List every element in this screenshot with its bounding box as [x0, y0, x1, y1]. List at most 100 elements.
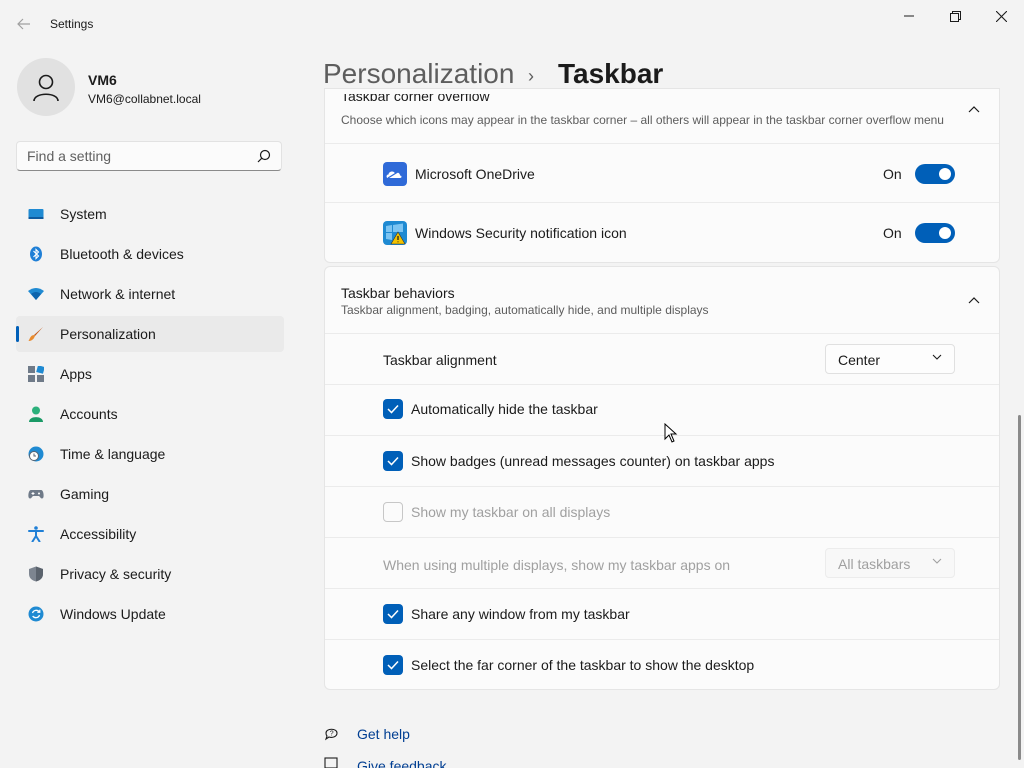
far-corner-checkbox[interactable]: [383, 655, 403, 675]
auto-hide-label: Automatically hide the taskbar: [411, 401, 598, 417]
multi-display-label: When using multiple displays, show my ta…: [383, 557, 731, 573]
share-window-checkbox[interactable]: [383, 604, 403, 624]
nav-item-system[interactable]: System: [16, 196, 284, 232]
chevron-down-icon: [932, 558, 942, 564]
system-icon: [28, 209, 44, 219]
taskbar-behaviors-title: Taskbar behaviors: [341, 285, 455, 301]
taskbar-behaviors-subtitle: Taskbar alignment, badging, automaticall…: [341, 303, 709, 317]
share-window-label: Share any window from my taskbar: [411, 606, 630, 622]
user-email: VM6@collabnet.local: [88, 92, 201, 106]
nav-label: Gaming: [60, 486, 110, 502]
user-name: VM6: [88, 72, 117, 88]
windows-security-label: Windows Security notification icon: [415, 225, 627, 241]
minimize-button[interactable]: [886, 0, 932, 32]
time-language-icon: [28, 446, 44, 462]
far-corner-label: Select the far corner of the taskbar to …: [411, 657, 755, 673]
checkmark-icon: [387, 660, 399, 670]
divider: [325, 537, 999, 538]
divider: [325, 384, 999, 385]
close-icon: [995, 10, 1007, 22]
divider: [325, 486, 999, 487]
windows-security-toggle[interactable]: [915, 223, 955, 243]
onedrive-state: On: [883, 166, 902, 182]
nav-label: Bluetooth & devices: [60, 246, 184, 262]
nav-item-apps[interactable]: Apps: [16, 356, 284, 392]
windows-security-icon: [383, 221, 407, 245]
nav-label: Windows Update: [60, 606, 166, 622]
multi-display-dropdown[interactable]: All taskbars: [825, 548, 955, 578]
checkmark-icon: [387, 456, 399, 466]
checkmark-icon: [387, 404, 399, 414]
nav-label: Privacy & security: [60, 566, 172, 582]
avatar[interactable]: [17, 58, 75, 116]
nav-label: Apps: [60, 366, 92, 382]
corner-overflow-title: Taskbar corner overflow: [341, 94, 490, 104]
corner-overflow-subtitle: Choose which icons may appear in the tas…: [341, 113, 944, 127]
nav-label: Personalization: [60, 326, 156, 342]
nav-item-personalization[interactable]: Personalization: [16, 316, 284, 352]
nav-item-accessibility[interactable]: Accessibility: [16, 516, 284, 552]
active-indicator: [16, 326, 19, 342]
nav-label: Time & language: [60, 446, 166, 462]
divider: [325, 333, 999, 334]
taskbar-behaviors-card: [324, 266, 1000, 690]
breadcrumb-separator: ›: [528, 66, 534, 86]
scrollbar-thumb[interactable]: [1018, 415, 1021, 760]
onedrive-toggle[interactable]: [915, 164, 955, 184]
badges-label: Show badges (unread messages counter) on…: [411, 453, 775, 469]
minimize-icon: [904, 15, 914, 17]
windows-security-state: On: [883, 225, 902, 241]
nav-item-bluetooth[interactable]: Bluetooth & devices: [16, 236, 284, 272]
search-box[interactable]: [16, 141, 282, 171]
nav-item-windows-update[interactable]: Windows Update: [16, 596, 284, 632]
divider: [325, 588, 999, 589]
checkmark-icon: [387, 609, 399, 619]
accessibility-icon: [28, 526, 44, 542]
update-icon: [28, 606, 44, 622]
app-title: Settings: [50, 17, 94, 31]
auto-hide-checkbox[interactable]: [383, 399, 403, 419]
search-input[interactable]: [27, 148, 247, 164]
get-help-link[interactable]: Get help: [357, 726, 410, 742]
taskbar-alignment-dropdown[interactable]: Center: [825, 344, 955, 374]
get-help-icon: ?: [324, 728, 338, 741]
onedrive-icon: [383, 162, 407, 186]
brush-icon: [28, 327, 43, 341]
all-displays-label: Show my taskbar on all displays: [411, 504, 611, 520]
nav-label: Accounts: [60, 406, 118, 422]
give-feedback-link[interactable]: Give feedback: [357, 758, 447, 768]
nav-item-time-language[interactable]: Time & language: [16, 436, 284, 472]
restore-button[interactable]: [932, 0, 978, 32]
chevron-up-icon[interactable]: [968, 296, 980, 304]
accounts-icon: [29, 406, 43, 422]
nav-item-gaming[interactable]: Gaming: [16, 476, 284, 512]
divider: [325, 639, 999, 640]
all-displays-checkbox[interactable]: [383, 502, 403, 522]
dropdown-value: All taskbars: [838, 556, 911, 572]
nav-item-privacy-security[interactable]: Privacy & security: [16, 556, 284, 592]
breadcrumb-parent[interactable]: Personalization: [323, 58, 514, 90]
apps-icon: [28, 366, 44, 382]
back-button[interactable]: [10, 10, 38, 38]
divider: [325, 202, 999, 203]
user-icon: [33, 74, 59, 102]
title-bar: Settings: [0, 0, 1024, 48]
search-icon[interactable]: [257, 149, 271, 163]
restore-icon: [949, 10, 961, 22]
back-arrow-icon: [17, 18, 30, 30]
gamepad-icon: [28, 490, 44, 499]
badges-checkbox[interactable]: [383, 451, 403, 471]
page-title: Taskbar: [558, 58, 664, 89]
nav-item-network[interactable]: Network & internet: [16, 276, 284, 312]
nav-label: Accessibility: [60, 526, 137, 542]
onedrive-label: Microsoft OneDrive: [415, 166, 535, 182]
nav-item-accounts[interactable]: Accounts: [16, 396, 284, 432]
close-button[interactable]: [978, 0, 1024, 32]
divider: [325, 435, 999, 436]
chevron-down-icon: [932, 354, 942, 360]
chevron-up-icon[interactable]: [968, 105, 980, 113]
shield-icon: [29, 566, 43, 582]
mouse-cursor-icon: [664, 423, 678, 443]
feedback-icon: [324, 757, 338, 768]
bluetooth-icon: [30, 246, 42, 262]
